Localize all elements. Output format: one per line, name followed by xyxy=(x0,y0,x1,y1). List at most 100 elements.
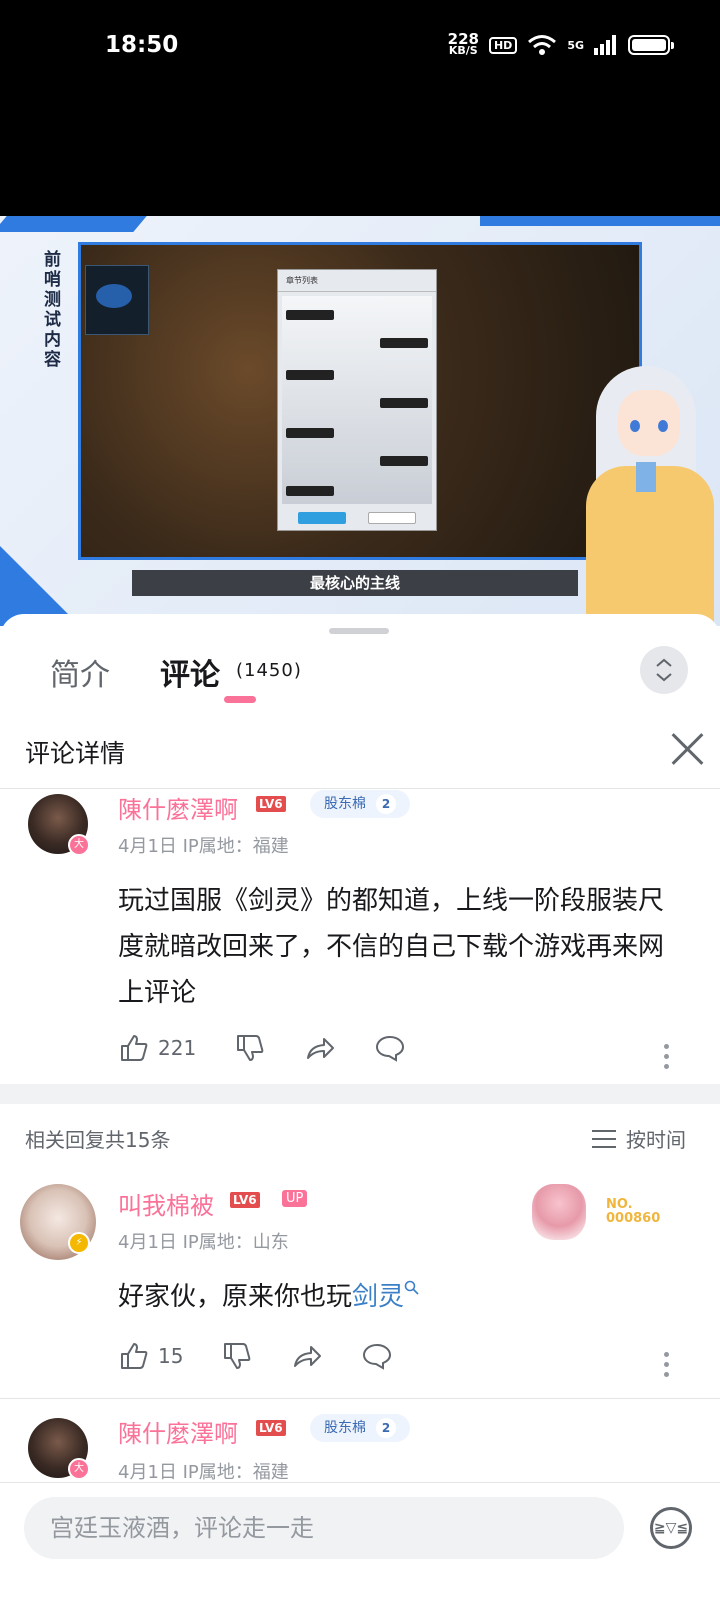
like-count: 15 xyxy=(158,1344,184,1368)
vip-badge-icon: 大 xyxy=(68,1458,90,1480)
close-icon[interactable] xyxy=(670,732,704,766)
decoration-card[interactable]: NO. 000860 xyxy=(528,1184,688,1244)
comment-meta: 4月1日 IP属地：山东 xyxy=(118,1232,289,1253)
tab-indicator xyxy=(224,696,256,703)
game-screen: 章节列表 xyxy=(78,242,642,560)
comment-sheet: 简介 评论 (1450) 评论详情 大 陳什麼澤啊 LV6 股东棉 2 4月1日… xyxy=(0,614,720,1600)
video-frame-decor xyxy=(480,216,720,226)
level-badge: LV6 xyxy=(256,796,286,812)
section-divider xyxy=(0,1084,720,1104)
comment-input[interactable]: 宫廷玉液酒，评论走一走 xyxy=(24,1497,624,1559)
comment-detail-title: 评论详情 xyxy=(25,739,126,768)
username[interactable]: 叫我棉被 xyxy=(118,1186,214,1221)
reply-button[interactable] xyxy=(374,1032,406,1064)
share-icon xyxy=(294,1346,322,1367)
reply-count: 相关回复共15条 xyxy=(25,1128,171,1152)
search-icon[interactable] xyxy=(404,1280,420,1296)
video-caption: 最核心的主线 xyxy=(132,570,578,596)
comment-meta: 4月1日 IP属地：福建 xyxy=(118,1462,289,1483)
battery-icon xyxy=(628,35,674,55)
more-icon[interactable] xyxy=(664,1044,670,1069)
avatar[interactable]: 大 xyxy=(28,1418,90,1480)
divider xyxy=(0,788,720,789)
vip-badge-icon: 大 xyxy=(68,834,90,856)
decoration-number: NO. 000860 xyxy=(606,1197,661,1226)
chapter-node xyxy=(286,310,334,320)
dislike-button[interactable] xyxy=(221,1340,253,1372)
comment-text: 好家伙，原来你也玩剑灵 xyxy=(118,1274,688,1320)
chapter-node xyxy=(286,428,334,438)
signal-icon xyxy=(594,35,616,55)
video-frame-decor xyxy=(0,216,147,232)
dialog-cancel-button xyxy=(368,512,416,524)
decoration-figure xyxy=(532,1184,586,1240)
sort-icon xyxy=(592,1129,616,1148)
lightning-badge-icon: ⚡ xyxy=(68,1232,90,1254)
wifi-icon xyxy=(528,35,557,55)
fan-medal-label: 股东棉 xyxy=(324,1420,366,1436)
avatar[interactable]: ⚡ xyxy=(20,1184,96,1260)
more-icon[interactable] xyxy=(664,1352,670,1377)
thumb-up-icon xyxy=(121,1343,148,1369)
thumb-down-icon xyxy=(224,1343,251,1369)
reply-item: ⚡ 叫我棉被 LV6 UP NO. 000860 4月1日 IP属地：山东 好家… xyxy=(0,1184,720,1394)
divider xyxy=(0,1398,720,1399)
expand-toggle-button[interactable] xyxy=(640,646,688,694)
thumb-down-icon xyxy=(237,1035,264,1061)
fan-medal-level: 2 xyxy=(376,794,396,814)
chapter-node xyxy=(380,338,428,348)
dialog-confirm-button xyxy=(298,512,346,524)
username[interactable]: 陳什麼澤啊 xyxy=(118,1414,238,1449)
hd-icon: HD xyxy=(488,36,518,54)
avatar[interactable]: 大 xyxy=(28,794,90,856)
share-button[interactable] xyxy=(304,1032,336,1064)
keyword-link[interactable]: 剑灵 xyxy=(352,1282,404,1312)
reply-button[interactable] xyxy=(361,1340,393,1372)
chapter-dialog-title: 章节列表 xyxy=(278,270,436,292)
comment-text: 玩过国服《剑灵》的都知道，上线一阶段服装尺度就暗改回来了，不信的自己下载个游戏再… xyxy=(118,886,665,1008)
chapter-node xyxy=(286,370,334,380)
like-button[interactable]: 221 xyxy=(118,1032,196,1064)
comment-actions: 221 xyxy=(118,1032,444,1064)
username[interactable]: 陳什麼澤啊 xyxy=(118,790,238,825)
comment-meta: 4月1日 IP属地：福建 xyxy=(118,836,289,857)
vtuber-avatar xyxy=(580,366,720,626)
like-count: 221 xyxy=(158,1036,197,1060)
thumb-up-icon xyxy=(121,1035,148,1061)
like-button[interactable]: 15 xyxy=(118,1340,183,1372)
fan-medal[interactable]: 股东棉 2 xyxy=(310,1414,410,1442)
drag-handle[interactable] xyxy=(329,628,389,634)
share-button[interactable] xyxy=(291,1340,323,1372)
sort-button[interactable]: 按时间 xyxy=(592,1124,686,1153)
fan-medal[interactable]: 股东棉 2 xyxy=(310,790,410,818)
chevron-up-icon xyxy=(656,658,672,667)
dislike-button[interactable] xyxy=(234,1032,266,1064)
tab-comments[interactable]: 评论 xyxy=(160,650,220,694)
video-side-title: 前哨测试内容 xyxy=(44,250,61,370)
status-icons: 228 KB/S HD 5G xyxy=(447,30,674,57)
level-badge: LV6 xyxy=(230,1192,260,1208)
comment-count: (1450) xyxy=(236,660,302,681)
comment-actions: 15 xyxy=(118,1340,431,1372)
share-icon xyxy=(307,1038,335,1059)
net-speed: 228 KB/S xyxy=(447,30,479,57)
video-player[interactable]: 前哨测试内容 章节列表 最核心的主线 xyxy=(0,216,720,626)
level-badge: LV6 xyxy=(256,1420,286,1436)
chapter-node xyxy=(380,456,428,466)
comment-bubble-icon xyxy=(363,1343,392,1370)
chapter-node xyxy=(380,398,428,408)
chapter-dialog: 章节列表 xyxy=(277,269,437,531)
main-comment: 大 陳什麼澤啊 LV6 股东棉 2 4月1日 IP属地：福建 玩过国服《剑灵》的… xyxy=(0,790,720,1080)
up-badge: UP xyxy=(282,1190,308,1207)
chapter-map xyxy=(282,296,432,504)
fan-medal-label: 股东棉 xyxy=(324,796,366,812)
emoji-icon[interactable]: ≧▽≦ xyxy=(650,1507,692,1549)
chapter-node xyxy=(286,486,334,496)
tab-intro[interactable]: 简介 xyxy=(50,650,110,694)
reply-item: 大 陳什麼澤啊 LV6 股东棉 2 4月1日 IP属地：福建 xyxy=(0,1414,720,1484)
chevron-down-icon xyxy=(656,673,672,682)
status-time: 18:50 xyxy=(105,32,179,58)
comment-composer-bar: 宫廷玉液酒，评论走一走 ≧▽≦ xyxy=(0,1482,720,1600)
sort-label: 按时间 xyxy=(626,1128,686,1152)
comment-bubble-icon xyxy=(376,1035,405,1062)
